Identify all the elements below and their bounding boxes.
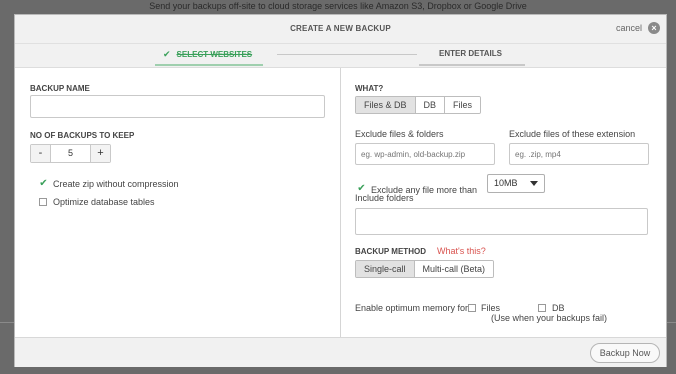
create-backup-modal: CREATE A NEW BACKUP cancel × ✔ SELECT WEB… xyxy=(14,14,667,367)
optimize-db-checkbox[interactable] xyxy=(39,198,47,206)
whats-this-link[interactable]: What's this? xyxy=(437,246,486,256)
step-select-websites[interactable]: ✔ SELECT WEBSITES xyxy=(163,44,252,65)
close-icon[interactable]: × xyxy=(648,22,660,34)
step-connector xyxy=(277,54,417,55)
backdrop-divider-left xyxy=(0,322,14,323)
backup-now-button[interactable]: Backup Now xyxy=(590,343,660,363)
cancel-link[interactable]: cancel xyxy=(616,15,642,41)
exclude-files-input[interactable] xyxy=(355,143,495,165)
optimize-db-label: Optimize database tables xyxy=(53,197,155,207)
exclude-files-label: Exclude files & folders xyxy=(355,129,444,139)
method-option-single-call[interactable]: Single-call xyxy=(356,261,415,277)
backdrop-divider-right xyxy=(666,322,676,323)
column-divider xyxy=(340,68,341,338)
memory-files-label: Files xyxy=(481,303,501,313)
increment-button[interactable]: + xyxy=(90,145,110,162)
optimum-memory-label: Enable optimum memory for xyxy=(355,303,469,313)
backup-method-segmented-control: Single-call Multi-call (Beta) xyxy=(355,260,495,278)
create-zip-checkbox[interactable]: ✔ xyxy=(39,179,48,189)
what-option-files-db[interactable]: Files & DB xyxy=(356,97,416,113)
memory-db-checkbox[interactable] xyxy=(538,304,546,312)
backup-name-input[interactable] xyxy=(30,95,325,118)
step-enter-details[interactable]: ENTER DETAILS xyxy=(439,44,502,64)
what-option-db[interactable]: DB xyxy=(415,97,446,113)
what-segmented-control: Files & DB DB Files xyxy=(355,96,482,114)
decrement-button[interactable]: - xyxy=(31,145,51,162)
exclude-extension-label: Exclude files of these extension xyxy=(509,129,636,139)
backup-method-label: BACKUP METHOD xyxy=(355,247,426,256)
backups-to-keep-value[interactable]: 5 xyxy=(51,145,90,162)
backdrop-hint-text: Send your backups off-site to cloud stor… xyxy=(149,1,527,11)
step-select-websites-label: SELECT WEBSITES xyxy=(176,50,253,59)
exclude-size-value: 10MB xyxy=(494,178,518,188)
modal-header: CREATE A NEW BACKUP cancel × xyxy=(15,15,666,44)
backups-to-keep-label: NO OF BACKUPS TO KEEP xyxy=(30,131,135,140)
include-folders-input[interactable] xyxy=(355,208,648,235)
chevron-down-icon xyxy=(530,181,538,186)
checkmark-icon: ✔ xyxy=(163,49,171,59)
what-label: WHAT? xyxy=(355,84,384,93)
wizard-steps: ✔ SELECT WEBSITES ENTER DETAILS xyxy=(15,44,666,68)
modal-title: CREATE A NEW BACKUP xyxy=(290,24,391,33)
create-zip-label: Create zip without compression xyxy=(53,179,179,189)
memory-db-label: DB xyxy=(552,303,565,313)
step-select-websites-underline xyxy=(155,64,263,66)
method-option-multi-call[interactable]: Multi-call (Beta) xyxy=(414,261,494,277)
backup-name-label: BACKUP NAME xyxy=(30,84,90,93)
backups-to-keep-stepper: - 5 + xyxy=(30,144,111,163)
include-folders-label: Include folders xyxy=(355,193,414,203)
exclude-size-select[interactable]: 10MB xyxy=(487,174,545,193)
memory-files-checkbox[interactable] xyxy=(468,304,476,312)
exclude-extension-input[interactable] xyxy=(509,143,649,165)
memory-note: (Use when your backups fail) xyxy=(491,313,608,323)
what-option-files[interactable]: Files xyxy=(445,97,481,113)
step-enter-details-underline xyxy=(419,64,525,66)
modal-footer: Backup Now xyxy=(15,337,666,367)
